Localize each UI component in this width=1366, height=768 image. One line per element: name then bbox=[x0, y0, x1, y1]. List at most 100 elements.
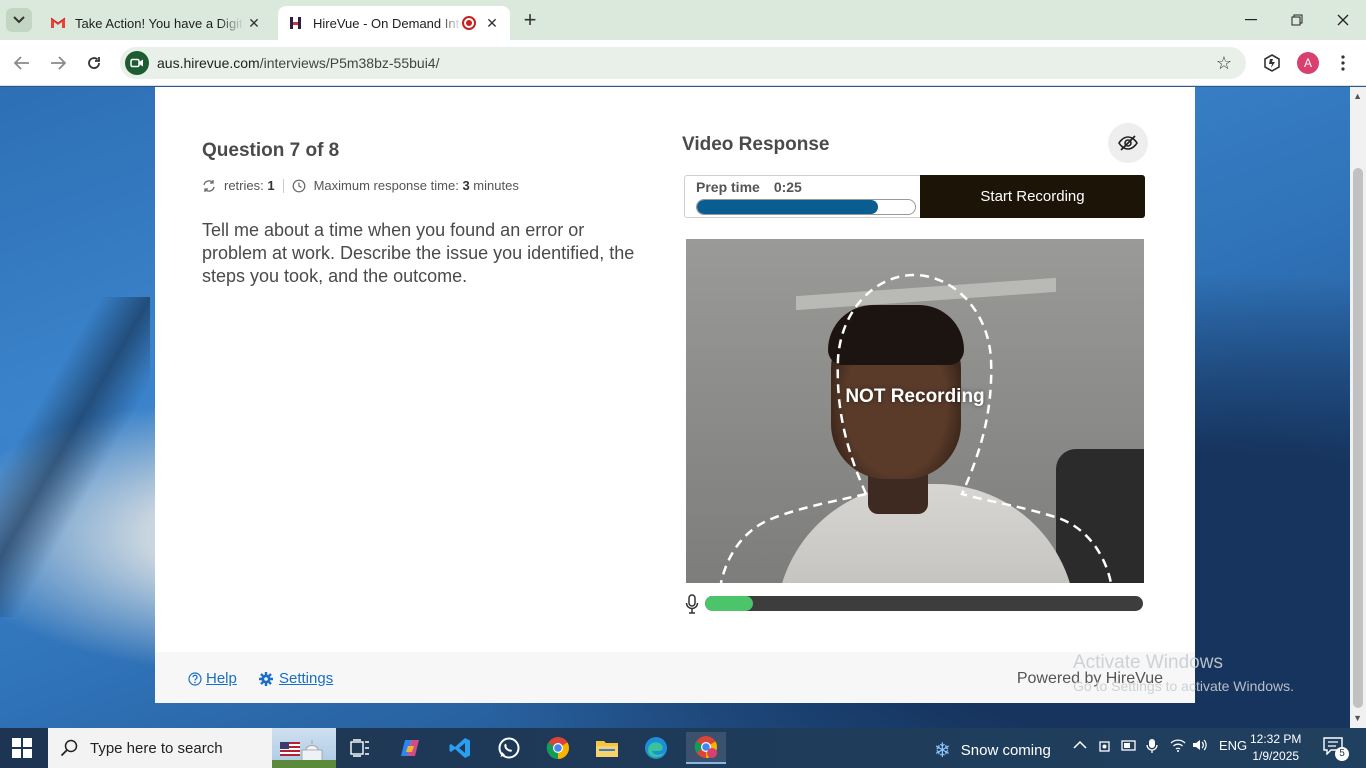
vscode-button[interactable] bbox=[440, 732, 480, 764]
battery-icon[interactable] bbox=[1121, 738, 1137, 755]
volume-icon[interactable] bbox=[1192, 738, 1208, 755]
reload-icon bbox=[88, 57, 100, 69]
clock-date: 1/9/2025 bbox=[1252, 749, 1300, 763]
close-icon bbox=[1337, 14, 1349, 26]
prep-time-label: Prep time 0:25 bbox=[696, 179, 802, 195]
microphone-icon bbox=[685, 594, 699, 614]
close-window-button[interactable] bbox=[1320, 0, 1366, 40]
chrome-icon bbox=[694, 736, 717, 758]
profile-button[interactable]: A bbox=[1295, 50, 1321, 76]
restore-icon bbox=[1291, 14, 1303, 26]
settings-link[interactable]: Settings bbox=[259, 670, 333, 687]
copilot-icon bbox=[401, 740, 419, 756]
recording-status-overlay: NOT Recording bbox=[845, 386, 985, 407]
close-tab-icon[interactable]: ✕ bbox=[244, 13, 264, 33]
new-tab-button[interactable]: + bbox=[518, 9, 542, 33]
windows-taskbar: Type here to search ❄ Snow coming ENG 12… bbox=[0, 728, 1366, 768]
card-footer: Help Settings Powered by HireVue bbox=[155, 652, 1195, 703]
minimize-icon bbox=[1245, 19, 1257, 21]
question-meta: retries: 1 Maximum response time: 3 minu… bbox=[202, 178, 519, 193]
reload-button[interactable] bbox=[82, 51, 106, 75]
prep-time-progress-fill bbox=[697, 200, 878, 214]
video-response-title: Video Response bbox=[682, 134, 830, 155]
extension-button[interactable] bbox=[1259, 50, 1285, 76]
url-text: aus.hirevue.com/interviews/P5m38bz-55bui… bbox=[157, 55, 440, 71]
whatsapp-button[interactable] bbox=[489, 732, 529, 764]
camera-preview: NOT Recording bbox=[686, 239, 1144, 583]
bookmark-star-icon[interactable]: ☆ bbox=[1216, 53, 1232, 74]
whatsapp-icon bbox=[498, 737, 520, 759]
minimize-button[interactable] bbox=[1228, 0, 1274, 40]
chevron-down-icon bbox=[13, 16, 25, 24]
gear-icon bbox=[259, 671, 273, 686]
restore-button[interactable] bbox=[1274, 0, 1320, 40]
weather-widget[interactable]: ❄ Snow coming bbox=[934, 738, 1051, 763]
edge-button[interactable] bbox=[636, 732, 676, 764]
arrow-left-icon bbox=[14, 56, 29, 70]
max-time-value: 3 bbox=[462, 178, 470, 193]
mic-level-meter bbox=[705, 596, 1143, 611]
extension-icon bbox=[1264, 54, 1280, 72]
notification-badge: 5 bbox=[1335, 747, 1349, 761]
search-icon bbox=[60, 739, 78, 757]
wifi-icon[interactable] bbox=[1170, 738, 1186, 755]
file-explorer-button[interactable] bbox=[587, 732, 627, 764]
notification-center-button[interactable]: 5 bbox=[1323, 737, 1349, 761]
taskbar-search[interactable]: Type here to search bbox=[48, 728, 336, 768]
tab-search-button[interactable] bbox=[6, 8, 32, 32]
avatar: A bbox=[1297, 52, 1319, 74]
tab-hirevue[interactable]: HireVue - On Demand Interview ✕ bbox=[278, 6, 510, 40]
search-highlight-image bbox=[272, 728, 336, 768]
clock[interactable]: 12:32 PM 1/9/2025 bbox=[1250, 731, 1301, 765]
recording-indicator-icon bbox=[462, 16, 476, 30]
background-decoration bbox=[0, 297, 150, 617]
task-view-button[interactable] bbox=[340, 732, 380, 764]
tab-gmail[interactable]: Take Action! You have a Digital ✕ bbox=[40, 6, 272, 40]
interview-card: Question 7 of 8 retries: 1 Maximum respo… bbox=[155, 87, 1195, 703]
retry-icon bbox=[203, 179, 215, 192]
retries-label: retries: bbox=[224, 178, 264, 193]
face-guide-outline bbox=[719, 273, 1113, 583]
show-hidden-icons-button[interactable] bbox=[1073, 738, 1087, 753]
forward-button[interactable] bbox=[46, 51, 70, 75]
divider bbox=[282, 178, 284, 193]
tab-title: HireVue - On Demand Interview bbox=[313, 15, 462, 31]
snowflake-icon: ❄ bbox=[934, 740, 951, 762]
prep-time-progress bbox=[696, 199, 916, 215]
kebab-menu-icon bbox=[1341, 55, 1345, 71]
scrollbar-thumb[interactable] bbox=[1353, 168, 1363, 708]
prep-time-value: 0:25 bbox=[773, 179, 802, 195]
language-indicator[interactable]: ENG bbox=[1219, 738, 1247, 753]
vscode-icon bbox=[449, 738, 470, 758]
prep-time-panel: Prep time 0:25 Start Recording bbox=[684, 175, 1145, 218]
windows-start-button[interactable] bbox=[12, 738, 32, 758]
clock-time: 12:32 PM bbox=[1250, 732, 1302, 746]
chevron-up-icon bbox=[1073, 740, 1087, 749]
task-view-icon bbox=[350, 739, 369, 757]
hide-video-button[interactable] bbox=[1108, 123, 1148, 163]
hirevue-icon bbox=[288, 15, 304, 31]
copilot-button[interactable] bbox=[390, 732, 430, 764]
scroll-up-arrow-icon[interactable]: ▲ bbox=[1353, 91, 1362, 101]
camera-in-use-icon[interactable] bbox=[125, 51, 149, 75]
eye-off-icon bbox=[1118, 135, 1138, 151]
activate-windows-watermark: Activate Windows Go to Settings to activ… bbox=[1073, 652, 1294, 694]
back-button[interactable] bbox=[10, 51, 34, 75]
scroll-down-arrow-icon[interactable]: ▼ bbox=[1353, 713, 1362, 723]
folder-icon bbox=[596, 741, 618, 757]
start-recording-button[interactable]: Start Recording bbox=[920, 175, 1145, 218]
tab-strip: Take Action! You have a Digital ✕ HireVu… bbox=[0, 0, 1366, 40]
clock-icon bbox=[292, 179, 305, 192]
chrome-button[interactable] bbox=[538, 732, 578, 764]
address-bar[interactable]: aus.hirevue.com/interviews/P5m38bz-55bui… bbox=[120, 47, 1246, 79]
retries-value: 1 bbox=[267, 178, 275, 193]
close-tab-icon[interactable]: ✕ bbox=[482, 13, 502, 33]
mic-tray-icon[interactable] bbox=[1146, 738, 1158, 757]
help-link[interactable]: Help bbox=[188, 670, 237, 687]
chrome-icon bbox=[546, 737, 569, 759]
meet-now-icon[interactable] bbox=[1098, 738, 1112, 757]
browser-menu-button[interactable] bbox=[1330, 50, 1356, 76]
chrome-profile-button[interactable] bbox=[686, 732, 726, 764]
max-time-label: Maximum response time: bbox=[313, 178, 459, 193]
mic-level-fill bbox=[705, 596, 754, 611]
